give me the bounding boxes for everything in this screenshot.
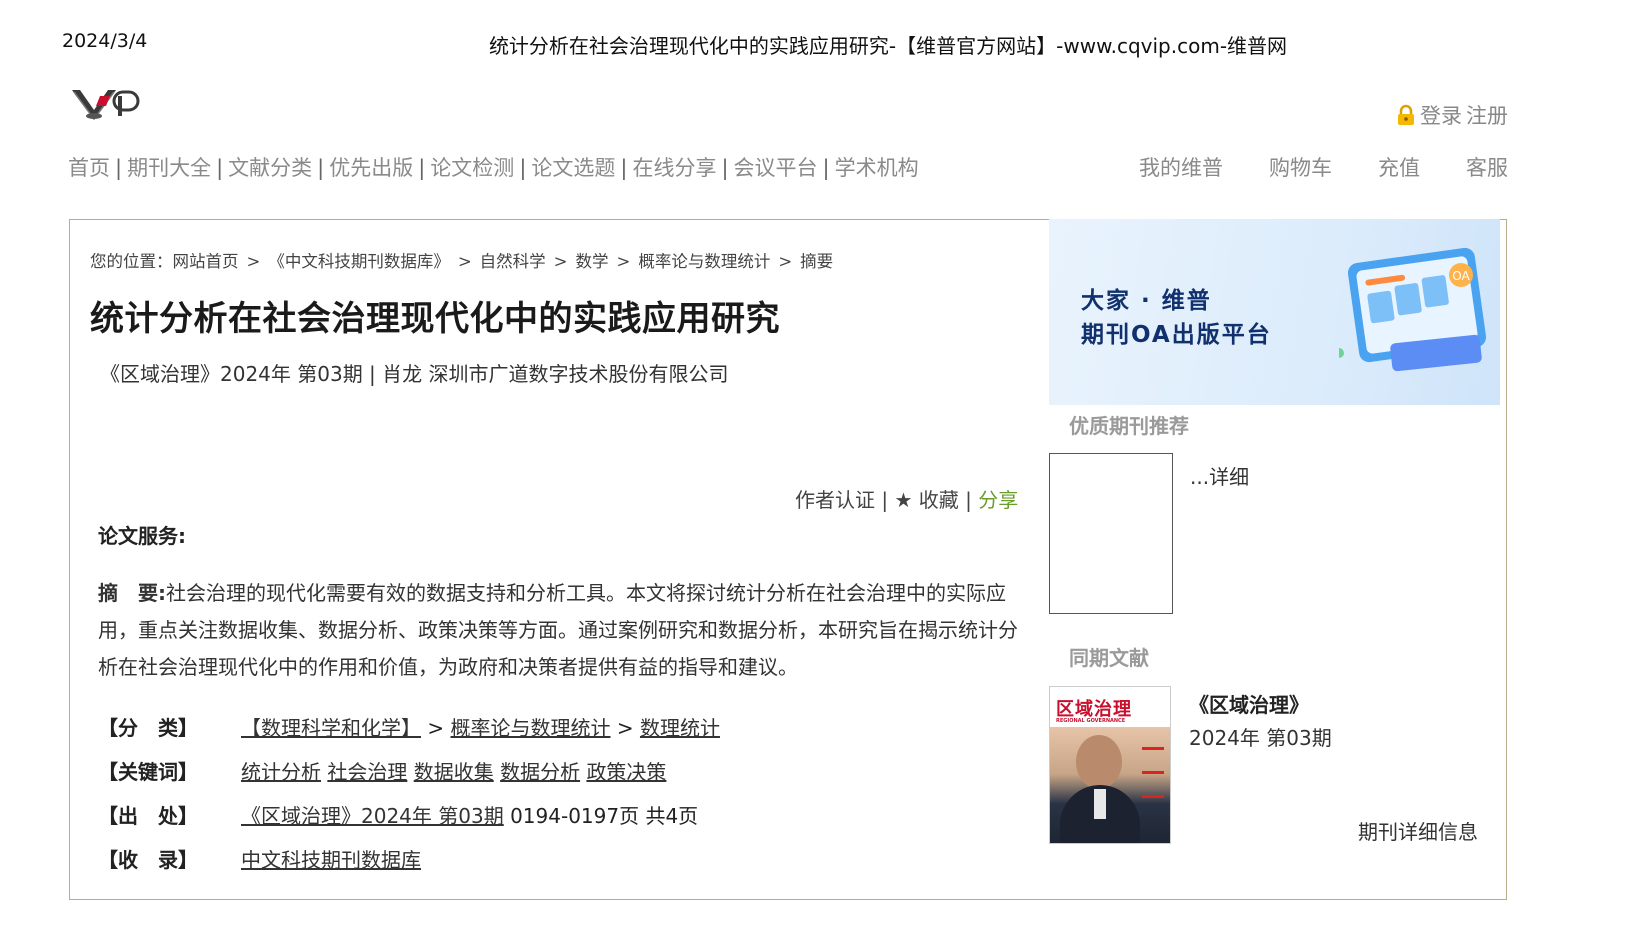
nav-conference[interactable]: 会议平台 xyxy=(734,156,818,180)
nav-institutions[interactable]: 学术机构 xyxy=(835,156,919,180)
classification-link-2[interactable]: 概率论与数理统计 xyxy=(450,716,610,740)
nav-separator: | xyxy=(317,156,325,180)
nav-priority-publish[interactable]: 优先出版 xyxy=(329,156,413,180)
login-link[interactable]: 登录 xyxy=(1420,100,1462,130)
nav-separator: | xyxy=(822,156,830,180)
article-actions: 作者认证 | ★ 收藏 | 分享 xyxy=(795,484,1018,513)
journal-thumbnail[interactable] xyxy=(1049,453,1173,614)
breadcrumb-prefix: 您的位置： xyxy=(90,252,173,271)
indexed-link[interactable]: 中文科技期刊数据库 xyxy=(241,848,421,872)
vip-logo-icon[interactable] xyxy=(70,86,144,124)
breadcrumb-separator: > xyxy=(616,252,631,271)
action-separator: | xyxy=(965,488,972,512)
author-cert-button[interactable]: 作者认证 xyxy=(795,488,875,512)
journal-issue: 2024年 第03期 xyxy=(1189,726,1332,750)
source-link[interactable]: 《区域治理》2024年 第03期 xyxy=(241,804,504,828)
detail-link[interactable]: ...详细 xyxy=(1190,461,1249,490)
abstract-label: 摘 要: xyxy=(98,581,166,605)
favorite-button[interactable]: ★ 收藏 xyxy=(894,488,958,512)
nav-cart[interactable]: 购物车 xyxy=(1269,152,1332,182)
nav-paper-check[interactable]: 论文检测 xyxy=(430,156,514,180)
nav-home[interactable]: 首页 xyxy=(68,156,110,180)
login-area: 登录 注册 xyxy=(1396,100,1508,130)
breadcrumb-separator: > xyxy=(246,252,261,271)
breadcrumb-separator: > xyxy=(457,252,472,271)
cover-subtitle: REGIONAL GOVERNANCE xyxy=(1056,718,1126,724)
article-title: 统计分析在社会治理现代化中的实践应用研究 xyxy=(90,299,780,339)
keyword-link[interactable]: 统计分析 xyxy=(241,760,321,784)
nav-customer-service[interactable]: 客服 xyxy=(1466,152,1508,182)
nav-journals[interactable]: 期刊大全 xyxy=(127,156,211,180)
breadcrumb-math[interactable]: 数学 xyxy=(575,252,608,271)
share-button[interactable]: 分享 xyxy=(978,488,1018,512)
breadcrumb-database[interactable]: 《中文科技期刊数据库》 xyxy=(268,252,450,271)
keyword-link[interactable]: 社会治理 xyxy=(327,760,407,784)
nav-separator: | xyxy=(519,156,527,180)
keyword-link[interactable]: 数据收集 xyxy=(414,760,494,784)
same-issue-title: 同期文献 xyxy=(1069,646,1149,670)
keywords-row: 【关键词】 统计分析 社会治理 数据收集 数据分析 政策决策 xyxy=(98,756,666,785)
action-separator: | xyxy=(881,488,889,512)
source-label: 【出 处】 xyxy=(98,804,198,828)
nav-categories[interactable]: 文献分类 xyxy=(228,156,312,180)
breadcrumb-probability[interactable]: 概率论与数理统计 xyxy=(638,252,770,271)
nav-my-vip[interactable]: 我的维普 xyxy=(1139,152,1223,182)
journal-cover[interactable]: 区域治理 REGIONAL GOVERNANCE xyxy=(1049,686,1171,844)
nav-topic-selection[interactable]: 论文选题 xyxy=(531,156,615,180)
breadcrumb-abstract: 摘要 xyxy=(800,252,834,271)
nav-separator: | xyxy=(115,156,123,180)
nav-online-share[interactable]: 在线分享 xyxy=(632,156,716,180)
article-meta: 《区域治理》2024年 第03期 | 肖龙 深圳市广道数字技术股份有限公司 xyxy=(100,362,729,386)
lock-icon xyxy=(1396,104,1416,126)
classification-link-1[interactable]: 【数理科学和化学】 xyxy=(241,716,421,740)
nav-recharge[interactable]: 充值 xyxy=(1378,152,1420,182)
classification-row: 【分 类】 【数理科学和化学】 > 概率论与数理统计 > 数理统计 xyxy=(98,712,720,741)
classification-label: 【分 类】 xyxy=(98,716,198,740)
nav-separator: | xyxy=(620,156,628,180)
print-page-title: 统计分析在社会治理现代化中的实践应用研究-【维普官方网站】-www.cqvip.… xyxy=(488,34,1288,58)
cover-photo xyxy=(1050,727,1170,843)
breadcrumb-natural-science[interactable]: 自然科学 xyxy=(480,252,546,271)
banner-line-2: 期刊OA出版平台 xyxy=(1081,322,1272,348)
keywords-label: 【关键词】 xyxy=(98,760,198,784)
paper-service-label: 论文服务: xyxy=(98,524,186,548)
user-nav: 我的维普 购物车 充值 客服 xyxy=(1139,152,1508,182)
journal-info-link[interactable]: 期刊详细信息 xyxy=(1358,816,1478,845)
keyword-link[interactable]: 政策决策 xyxy=(586,760,666,784)
indexed-label: 【收 录】 xyxy=(98,848,198,872)
classification-link-3[interactable]: 数理统计 xyxy=(640,716,720,740)
nav-separator: | xyxy=(721,156,729,180)
classification-separator: > xyxy=(427,716,445,740)
breadcrumb-separator: > xyxy=(553,252,568,271)
source-pages: 0194-0197页 共4页 xyxy=(503,804,699,828)
indexed-row: 【收 录】 中文科技期刊数据库 xyxy=(98,844,421,873)
nav-separator: | xyxy=(418,156,426,180)
classification-separator: > xyxy=(616,716,634,740)
keyword-link[interactable]: 数据分析 xyxy=(500,760,580,784)
quality-journals-title: 优质期刊推荐 xyxy=(1069,414,1189,438)
breadcrumb-home[interactable]: 网站首页 xyxy=(173,252,239,271)
source-row: 【出 处】 《区域治理》2024年 第03期 0194-0197页 共4页 xyxy=(98,800,698,829)
main-nav: 首页 | 期刊大全 | 文献分类 | 优先出版 | 论文检测 | 论文选题 | 在线分享 | 会议平台 | 学术… xyxy=(68,152,919,182)
banner-badge: OA xyxy=(1452,269,1470,283)
nav-separator: | xyxy=(216,156,224,180)
register-link[interactable]: 注册 xyxy=(1466,100,1508,130)
abstract-text: 社会治理的现代化需要有效的数据支持和分析工具。本文将探讨统计分析在社会治理中的实… xyxy=(98,581,1018,679)
journal-name-link[interactable]: 《区域治理》 xyxy=(1189,689,1309,718)
oa-platform-banner[interactable]: 大家 · 维普 期刊OA出版平台 OA xyxy=(1049,219,1500,405)
banner-line-1: 大家 · 维普 xyxy=(1081,288,1212,314)
breadcrumb-separator: > xyxy=(778,252,793,271)
abstract: 摘 要:社会治理的现代化需要有效的数据支持和分析工具。本文将探讨统计分析在社会治… xyxy=(98,575,1028,686)
banner-illustration-icon: OA xyxy=(1339,247,1487,372)
breadcrumb: 您的位置：网站首页 > 《中文科技期刊数据库》 > 自然科学 > 数学 > 概率论与数理统计 > 摘… xyxy=(90,248,833,272)
